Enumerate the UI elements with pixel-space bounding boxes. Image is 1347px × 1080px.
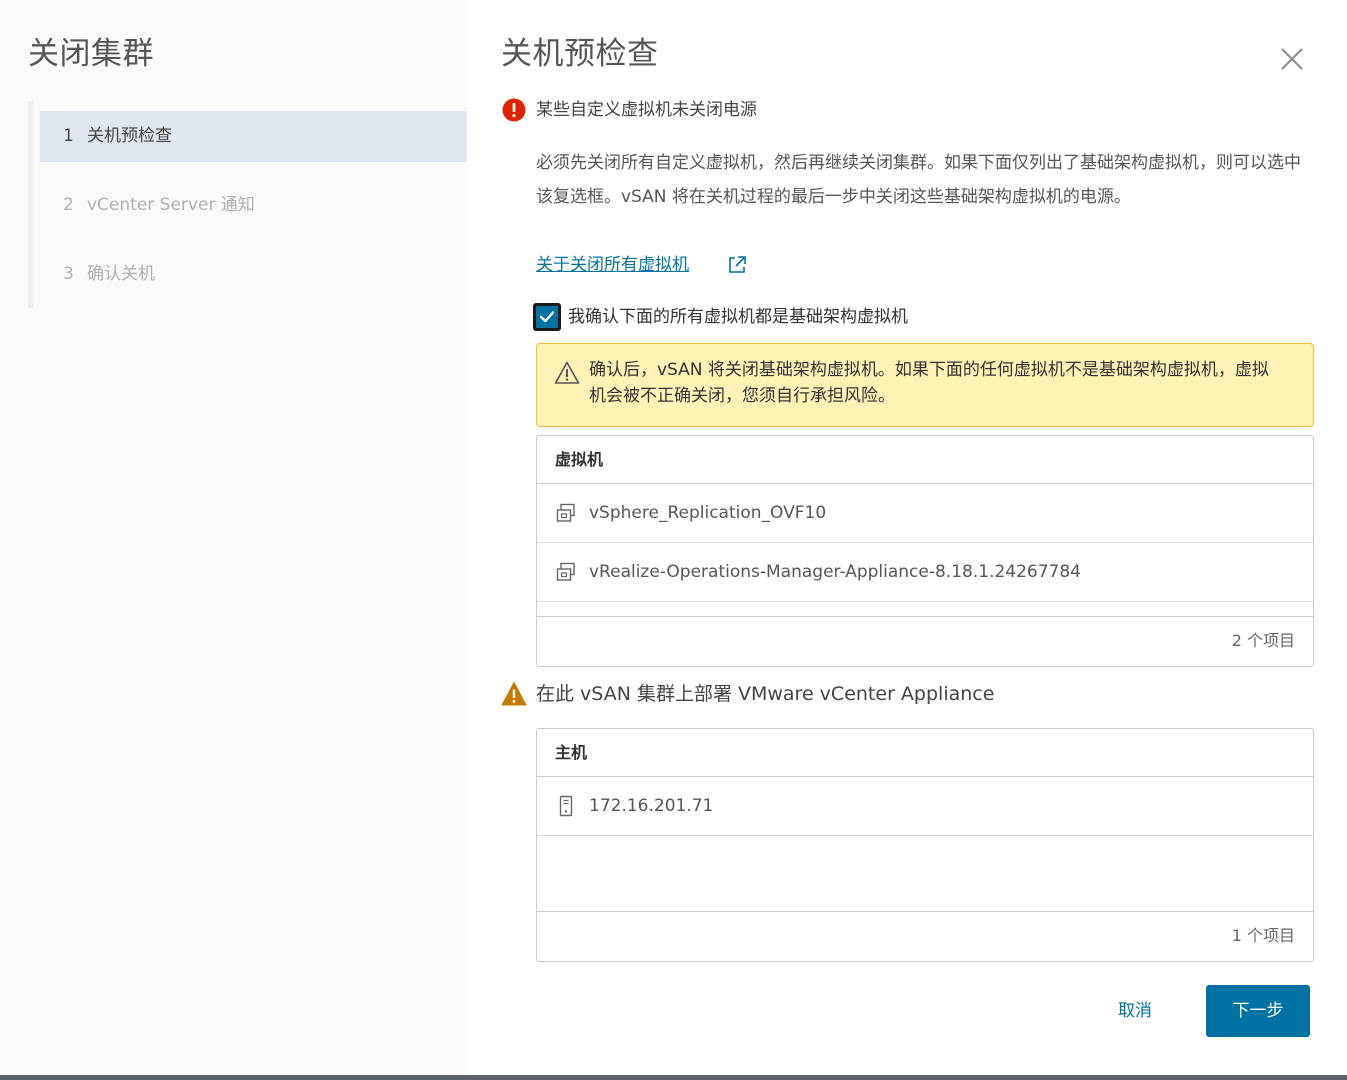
wizard-steps: 1 关机预检查 2 vCenter Server 通知 3 确认关机	[28, 101, 472, 308]
host-grid-footer: 1 个项目	[537, 911, 1313, 961]
warning-triangle-icon	[501, 682, 527, 706]
vm-name: vSphere_Replication_OVF10	[589, 503, 827, 523]
bottom-edge-bar	[0, 1075, 1347, 1080]
table-row: 172.16.201.71	[537, 777, 1313, 836]
table-row: vRealize-Operations-Manager-Appliance-8.…	[537, 543, 1313, 602]
warning-alert-text: 确认后，vSAN 将关闭基础架构虚拟机。如果下面的任何虚拟机不是基础架构虚拟机，…	[589, 360, 1269, 406]
description-text: 必须先关闭所有自定义虚拟机，然后再继续关闭集群。如果下面仅列出了基础架构虚拟机，…	[536, 153, 1301, 207]
wizard-content: 关机预检查 某些自定义虚拟机未关闭电源 必须先关闭所有自定义虚拟机，然后再继续关…	[467, 0, 1347, 1080]
step-label: vCenter Server 通知	[87, 195, 255, 215]
step-number: 2	[63, 195, 74, 215]
step-number: 3	[63, 264, 74, 284]
wizard-sidebar: 关闭集群 1 关机预检查 2 vCenter Server 通知 3 确认关机	[0, 0, 467, 1080]
vm-icon	[556, 562, 575, 581]
warning-alert: 确认后，vSAN 将关闭基础架构虚拟机。如果下面的任何虚拟机不是基础架构虚拟机，…	[536, 343, 1314, 427]
next-button[interactable]: 下一步	[1206, 985, 1310, 1037]
confirm-infra-vms-checkbox[interactable]	[533, 303, 561, 331]
host-address: 172.16.201.71	[589, 796, 714, 816]
external-link-icon[interactable]	[726, 254, 748, 276]
shutdown-vms-doc-link[interactable]: 关于关闭所有虚拟机	[536, 252, 689, 278]
vm-datagrid: 虚拟机 vSphere_Replication_OVF10 vRealize-O…	[536, 435, 1314, 667]
vcenter-on-vsan-warning: 在此 vSAN 集群上部署 VMware vCenter Appliance	[536, 683, 995, 705]
host-datagrid: 主机 172.16.201.71 1 个项目	[536, 728, 1314, 962]
wizard-step-confirm-shutdown: 3 确认关机	[40, 249, 467, 300]
wizard-step-vcenter-notify: 2 vCenter Server 通知	[40, 180, 467, 231]
step-label: 关机预检查	[87, 126, 172, 146]
confirm-infra-vms-label[interactable]: 我确认下面的所有虚拟机都是基础架构虚拟机	[568, 303, 908, 331]
column-header-vm[interactable]: 虚拟机	[537, 436, 1313, 484]
error-title: 某些自定义虚拟机未关闭电源	[536, 100, 757, 120]
host-icon	[559, 795, 573, 817]
close-button[interactable]	[1278, 45, 1306, 73]
vm-name: vRealize-Operations-Manager-Appliance-8.…	[589, 562, 1081, 582]
warning-triangle-icon	[554, 361, 580, 384]
cancel-button[interactable]: 取消	[1102, 986, 1168, 1036]
checkmark-icon	[539, 311, 555, 323]
wizard-step-precheck[interactable]: 1 关机预检查	[40, 111, 467, 162]
column-header-host[interactable]: 主机	[537, 729, 1313, 777]
step-number: 1	[63, 126, 74, 146]
page-title: 关机预检查	[501, 36, 659, 72]
wizard-title: 关闭集群	[28, 36, 154, 72]
vm-icon	[556, 503, 575, 522]
step-label: 确认关机	[87, 264, 155, 284]
table-row: vSphere_Replication_OVF10	[537, 484, 1313, 543]
error-circle-icon	[502, 98, 526, 122]
close-icon	[1281, 48, 1303, 70]
vm-grid-footer: 2 个项目	[537, 616, 1313, 666]
